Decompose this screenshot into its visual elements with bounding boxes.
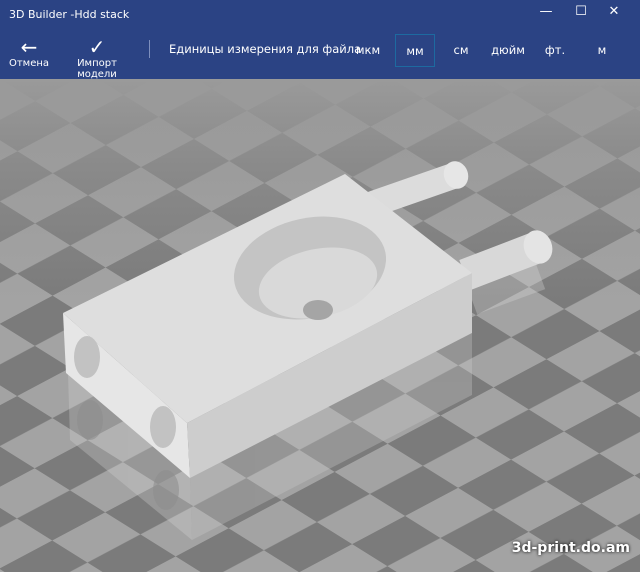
hole-reflection <box>153 470 179 510</box>
peg-upper <box>365 161 469 218</box>
side-hole <box>74 336 100 378</box>
hdd-stack-model[interactable] <box>0 0 640 572</box>
watermark: 3d-print.do.am <box>511 540 630 556</box>
peg-lower <box>459 230 553 290</box>
screw-hole <box>303 300 333 320</box>
side-hole <box>150 406 176 448</box>
hole-reflection <box>77 400 103 440</box>
